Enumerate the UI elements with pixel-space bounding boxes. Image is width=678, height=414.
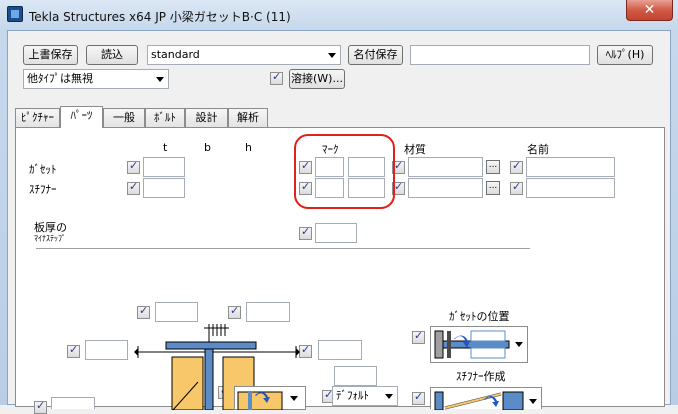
col-header-material: 材質 <box>404 143 426 156</box>
dim-bottom-left-input[interactable] <box>51 397 95 409</box>
chevron-down-icon <box>156 77 164 82</box>
tab-parts[interactable]: ﾊﾟｰﾂ <box>60 106 103 128</box>
other-types-value: 他ﾀｲﾌﾟは無視 <box>27 72 93 85</box>
dialog-client: 上書保存 読込 standard 名付保存 ﾍﾙﾌﾟ(H) 他ﾀｲﾌﾟは無視 溶… <box>7 30 671 414</box>
default-option-select[interactable]: ﾃﾞﾌｫﾙﾄ <box>332 386 398 406</box>
weld-button[interactable]: 溶接(W)... <box>289 69 345 89</box>
chevron-down-icon <box>385 394 393 399</box>
dim-a-checkbox[interactable] <box>137 304 150 319</box>
mark-highlight-ring <box>294 134 395 209</box>
preset-value: standard <box>151 48 200 61</box>
stiffener-name-checkbox[interactable] <box>510 180 523 195</box>
stiffener-material-input[interactable] <box>408 178 483 198</box>
stiffener-create-picker[interactable] <box>430 387 542 411</box>
overwrite-save-button[interactable]: 上書保存 <box>23 45 78 65</box>
stiffener-type-picker[interactable] <box>234 386 306 410</box>
close-button[interactable]: ✕ <box>626 0 673 21</box>
tab-general[interactable]: 一般 <box>103 108 145 127</box>
gusset-t-checkbox[interactable] <box>127 159 140 174</box>
dim-bottom-left-checkbox[interactable] <box>34 399 47 414</box>
stiffener-create-label: ｽﾁﾌﾅｰ作成 <box>456 370 506 383</box>
gusset-position-icon <box>434 330 523 359</box>
col-header-b: b <box>204 141 211 154</box>
dim-right-input[interactable] <box>318 340 362 360</box>
gusset-name-input[interactable] <box>526 157 615 177</box>
gusset-name-checkbox[interactable] <box>510 159 523 174</box>
stiffener-material-browse-button[interactable]: ... <box>486 181 500 195</box>
gusset-position-picker[interactable] <box>430 326 528 363</box>
save-as-name-input[interactable] <box>410 45 590 65</box>
dim-a-input[interactable] <box>155 302 198 322</box>
plate-thickness-checkbox[interactable] <box>299 225 312 240</box>
tab-bolt[interactable]: ﾎﾞﾙﾄ <box>145 108 185 127</box>
stiffener-row-label: ｽﾁﾌﾅｰ <box>29 183 57 196</box>
dim-b-checkbox[interactable] <box>228 304 241 319</box>
stiffener-create-checkbox[interactable] <box>412 390 425 405</box>
col-header-h: h <box>245 141 252 154</box>
stiffener-name-input[interactable] <box>526 178 615 198</box>
gusset-position-checkbox[interactable] <box>412 329 425 344</box>
stiffener-t-input[interactable] <box>143 178 185 198</box>
stiffener-t-checkbox[interactable] <box>127 180 140 195</box>
plate-thickness-line1: 板厚の <box>34 221 67 234</box>
load-button[interactable]: 読込 <box>86 45 138 65</box>
title-bar[interactable]: Tekla Structures x64 JP 小梁ガセットB·C (11) ✕ <box>0 0 678 30</box>
plate-thickness-label: 板厚の ﾏｲﾅｽﾃｯﾌﾟ <box>34 221 67 244</box>
other-types-select[interactable]: 他ﾀｲﾌﾟは無視 <box>23 69 169 89</box>
tab-analysis[interactable]: 解析 <box>228 108 268 127</box>
section-divider <box>36 248 530 249</box>
dim-lower-input[interactable] <box>334 366 377 386</box>
help-button[interactable]: ﾍﾙﾌﾟ(H) <box>597 45 653 65</box>
parts-panel: t b h ﾏｰｸ 材質 名前 ｶﾞｾｯﾄ ... ｽﾁﾌﾅｰ <box>15 127 665 414</box>
dim-left-checkbox[interactable] <box>67 343 80 358</box>
stiffener-create-icon <box>434 391 537 411</box>
dim-b-input[interactable] <box>246 302 290 322</box>
col-header-name: 名前 <box>527 143 549 156</box>
app-icon <box>7 6 23 22</box>
save-as-button[interactable]: 名付保存 <box>348 45 403 65</box>
col-header-t: t <box>163 141 168 154</box>
window-title: Tekla Structures x64 JP 小梁ガセットB·C (11) <box>29 10 291 24</box>
plate-thickness-input[interactable] <box>315 223 357 243</box>
default-option-value: ﾃﾞﾌｫﾙﾄ <box>336 389 369 402</box>
gusset-position-label: ｶﾞｾｯﾄの位置 <box>449 310 510 323</box>
gusset-material-input[interactable] <box>408 157 483 177</box>
preset-select[interactable]: standard <box>147 45 341 65</box>
plate-thickness-line2: ﾏｲﾅｽﾃｯﾌﾟ <box>34 234 66 243</box>
dim-left-input[interactable] <box>85 340 128 360</box>
gusset-material-browse-button[interactable]: ... <box>486 160 500 174</box>
chevron-down-icon <box>328 53 336 58</box>
gusset-t-input[interactable] <box>143 157 185 177</box>
gusset-row-label: ｶﾞｾｯﾄ <box>29 163 57 176</box>
tab-picture[interactable]: ﾋﾟｸﾁｬｰ <box>15 108 60 127</box>
weld-checkbox[interactable] <box>270 70 283 85</box>
dialog-window: Tekla Structures x64 JP 小梁ガセットB·C (11) ✕… <box>0 0 678 414</box>
tab-design[interactable]: 設計 <box>185 108 228 127</box>
